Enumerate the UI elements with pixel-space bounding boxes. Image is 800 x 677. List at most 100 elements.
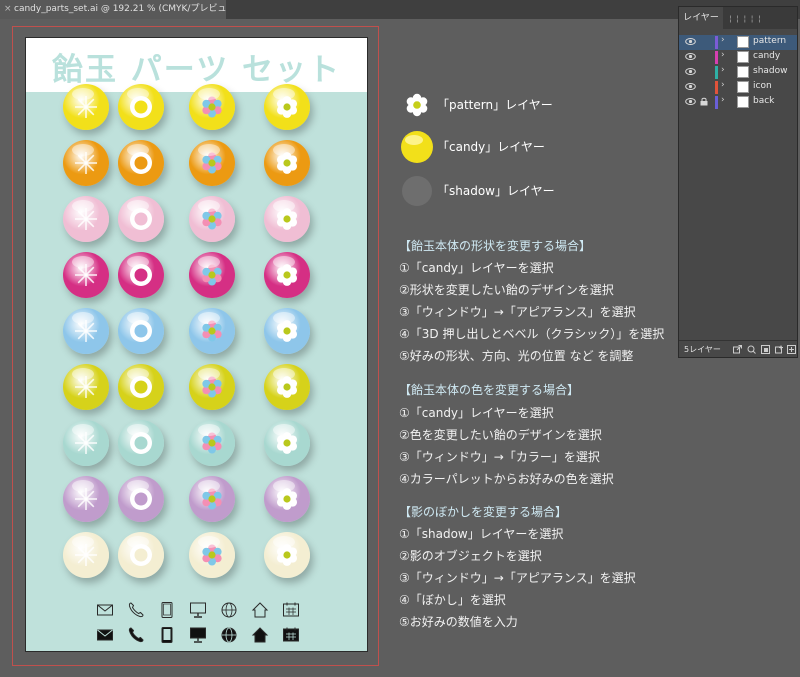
search-icon[interactable] [747, 345, 756, 354]
close-tab-icon[interactable]: × [4, 0, 12, 19]
chevron-right-icon[interactable]: › [721, 35, 725, 45]
lock-icon[interactable] [700, 97, 708, 106]
legend-pattern: 「pattern」レイヤー [400, 90, 600, 120]
candy-ring[interactable] [118, 476, 164, 522]
layer-row-back[interactable]: › back [679, 95, 797, 110]
instruction-step: ④「3D 押し出しとベベル（クラシック）」を選択 [399, 327, 665, 341]
candy-flower-color[interactable] [189, 532, 235, 578]
candy-flower-color[interactable] [189, 476, 235, 522]
tablet-icon [161, 602, 173, 618]
candy-flower-color[interactable] [189, 84, 235, 130]
legend-candy: 「candy」レイヤー [400, 131, 600, 163]
new-sublayer-icon[interactable] [775, 345, 784, 354]
candy-ring[interactable] [118, 420, 164, 466]
candy-starburst[interactable] [63, 252, 109, 298]
clipping-mask-icon[interactable] [761, 345, 770, 354]
calendar-icon [283, 627, 299, 642]
flower-color-pattern-icon [202, 376, 222, 398]
chevron-right-icon[interactable]: › [721, 95, 725, 105]
layers-panel: レイヤー ¦ ¦ ¦ ¦ ¦ › pattern › candy › shadow › ico… [678, 6, 798, 358]
candy-starburst[interactable] [63, 364, 109, 410]
chevron-right-icon[interactable]: › [721, 80, 725, 90]
candy-starburst[interactable] [63, 420, 109, 466]
flower-color-pattern-icon [202, 264, 222, 286]
layer-thumbnail [737, 66, 749, 78]
artboard[interactable]: 飴玉 パーツ セット [25, 37, 368, 652]
candy-starburst[interactable] [63, 84, 109, 130]
candy-grid [26, 38, 367, 651]
daisy-pattern-icon [276, 544, 298, 566]
candy-flower-color[interactable] [189, 140, 235, 186]
candy-flower-color[interactable] [189, 420, 235, 466]
instruction-step: ④カラーパレットからお好みの色を選択 [399, 472, 614, 486]
mail-icon [97, 604, 113, 616]
candy-starburst[interactable] [63, 476, 109, 522]
starburst-pattern-icon [75, 320, 97, 342]
layer-row-icon[interactable]: › icon [679, 80, 797, 95]
daisy-pattern-icon [276, 320, 298, 342]
ring-pattern-icon [130, 320, 152, 342]
chevron-right-icon[interactable]: › [721, 65, 725, 75]
candy-ring[interactable] [118, 308, 164, 354]
candy-flower-color[interactable] [189, 196, 235, 242]
candy-flower-color[interactable] [189, 252, 235, 298]
candy-starburst[interactable] [63, 308, 109, 354]
candy-daisy[interactable] [264, 476, 310, 522]
flower-color-pattern-icon [202, 488, 222, 510]
instruction-step: ①「candy」レイヤーを選択 [399, 261, 554, 275]
candy-starburst[interactable] [63, 140, 109, 186]
candy-daisy[interactable] [264, 532, 310, 578]
new-layer-icon[interactable] [787, 345, 796, 354]
candy-starburst[interactable] [63, 196, 109, 242]
visibility-eye-icon[interactable] [685, 81, 696, 92]
candy-daisy[interactable] [264, 364, 310, 410]
ring-pattern-icon [130, 96, 152, 118]
instruction-step: ④「ぼかし」を選択 [399, 593, 506, 607]
ring-pattern-icon [130, 432, 152, 454]
starburst-pattern-icon [75, 488, 97, 510]
layer-row-candy[interactable]: › candy [679, 50, 797, 65]
candy-flower-color[interactable] [189, 308, 235, 354]
candy-flower-color[interactable] [189, 364, 235, 410]
phone-icon [128, 602, 144, 618]
layer-thumbnail [737, 81, 749, 93]
candy-ring[interactable] [118, 84, 164, 130]
chevron-right-icon[interactable]: › [721, 50, 725, 60]
visibility-eye-icon[interactable] [685, 51, 696, 62]
candy-daisy[interactable] [264, 196, 310, 242]
layer-row-pattern[interactable]: › pattern [679, 35, 797, 50]
layer-count: 5レイヤー [684, 345, 721, 354]
candy-daisy[interactable] [264, 308, 310, 354]
candy-ring[interactable] [118, 196, 164, 242]
candy-daisy[interactable] [264, 420, 310, 466]
layer-thumbnail [737, 96, 749, 108]
legend-shadow-label: 「shadow」レイヤー [437, 184, 555, 198]
daisy-pattern-icon [276, 432, 298, 454]
document-tab[interactable]: × candy_parts_set.ai @ 192.21 % (CMYK/プレ… [0, 0, 226, 19]
layer-color-bar [715, 96, 718, 109]
globe-icon [221, 602, 237, 618]
starburst-pattern-icon [75, 376, 97, 398]
candy-daisy[interactable] [264, 252, 310, 298]
candy-ring[interactable] [118, 532, 164, 578]
layer-name: pattern [753, 36, 787, 46]
candy-ring[interactable] [118, 140, 164, 186]
candy-daisy[interactable] [264, 140, 310, 186]
tab-layers[interactable]: レイヤー [679, 7, 723, 29]
candy-starburst[interactable] [63, 532, 109, 578]
visibility-eye-icon[interactable] [685, 96, 696, 107]
visibility-eye-icon[interactable] [685, 36, 696, 47]
visibility-eye-icon[interactable] [685, 66, 696, 77]
instruction-step: ②形状を変更したい飴のデザインを選択 [399, 283, 614, 297]
daisy-pattern-icon [276, 376, 298, 398]
candy-ring[interactable] [118, 252, 164, 298]
filled-icons-row [26, 626, 367, 644]
flower-color-pattern-icon [202, 96, 222, 118]
instruction-heading: 【影のぼかしを変更する場合】 [399, 505, 568, 519]
document-tab-title: candy_parts_set.ai @ 192.21 % (CMYK/プレビュ… [14, 4, 226, 14]
candy-daisy[interactable] [264, 84, 310, 130]
layer-row-shadow[interactable]: › shadow [679, 65, 797, 80]
export-icon[interactable] [733, 345, 742, 354]
panel-menu-icon[interactable]: ¦ ¦ ¦ ¦ ¦ [729, 14, 762, 23]
candy-ring[interactable] [118, 364, 164, 410]
